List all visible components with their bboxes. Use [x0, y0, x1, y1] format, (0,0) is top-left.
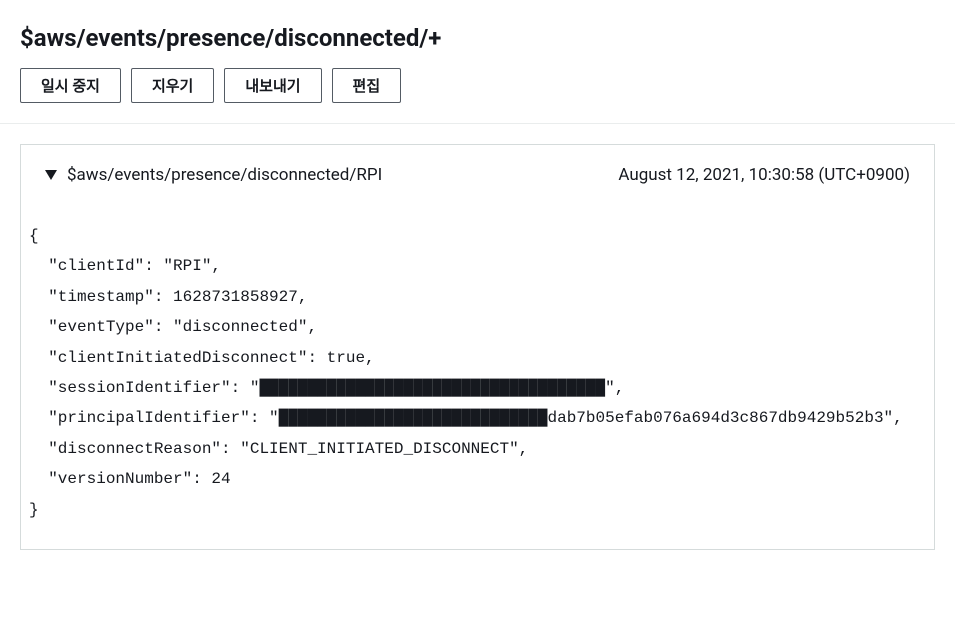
button-row: 일시 중지 지우기 내보내기 편집 [20, 68, 935, 103]
message-panel: $aws/events/presence/disconnected/RPI Au… [20, 144, 935, 550]
clear-button[interactable]: 지우기 [131, 68, 214, 103]
content-section: $aws/events/presence/disconnected/RPI Au… [0, 124, 955, 570]
mqtt-test-client-page: $aws/events/presence/disconnected/+ 일시 중… [0, 0, 955, 635]
message-header[interactable]: $aws/events/presence/disconnected/RPI Au… [21, 145, 934, 205]
header-section: $aws/events/presence/disconnected/+ 일시 중… [0, 0, 955, 124]
message-header-left: $aws/events/presence/disconnected/RPI [45, 165, 382, 185]
export-button[interactable]: 내보내기 [224, 68, 321, 103]
edit-button[interactable]: 편집 [332, 68, 402, 103]
message-timestamp: August 12, 2021, 10:30:58 (UTC+0900) [618, 165, 910, 185]
pause-button[interactable]: 일시 중지 [20, 68, 121, 103]
caret-down-icon [45, 170, 57, 180]
message-topic: $aws/events/presence/disconnected/RPI [67, 165, 382, 185]
page-title: $aws/events/presence/disconnected/+ [20, 24, 935, 52]
message-payload: { "clientId": "RPI", "timestamp": 162873… [21, 205, 934, 549]
